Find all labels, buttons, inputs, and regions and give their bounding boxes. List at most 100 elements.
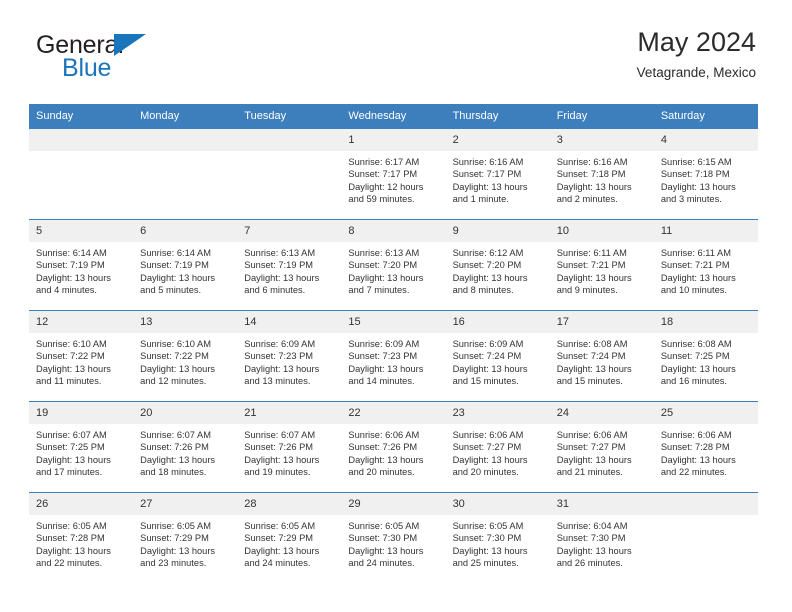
calendar-day-cell[interactable]: 16 Sunrise: 6:09 AM Sunset: 7:24 PM Dayligh…	[445, 310, 550, 402]
calendar-day: 27 Sunrise: 6:05 AM Sunset: 7:29 PM Dayligh…	[133, 493, 238, 583]
calendar-table: Sunday Monday Tuesday Wednesday Thursday…	[29, 104, 758, 583]
calendar-day-cell[interactable]: 7 Sunrise: 6:13 AM Sunset: 7:19 PM Daylight…	[237, 219, 342, 311]
calendar-body: 1 Sunrise: 6:17 AM Sunset: 7:17 PM Daylight…	[29, 129, 758, 583]
calendar-day-cell[interactable]: 9 Sunrise: 6:12 AM Sunset: 7:20 PM Daylight…	[445, 219, 550, 311]
calendar-day-cell[interactable]: 23 Sunrise: 6:06 AM Sunset: 7:27 PM Dayligh…	[445, 401, 550, 493]
calendar-day-cell[interactable]: 17 Sunrise: 6:08 AM Sunset: 7:24 PM Dayligh…	[549, 310, 654, 402]
daylight-text: Daylight: 13 hours and 5 minutes.	[140, 272, 216, 296]
calendar-day-details: Sunrise: 6:09 AM Sunset: 7:23 PM Daylight:…	[237, 333, 341, 388]
calendar-day-details: Sunrise: 6:17 AM Sunset: 7:17 PM Daylight:…	[341, 151, 445, 206]
calendar-day: 26 Sunrise: 6:05 AM Sunset: 7:28 PM Dayligh…	[29, 493, 134, 583]
calendar-day-cell[interactable]: 5 Sunrise: 6:14 AM Sunset: 7:19 PM Daylight…	[29, 219, 134, 311]
calendar-day-cell[interactable]: 8 Sunrise: 6:13 AM Sunset: 7:20 PM Daylight…	[341, 219, 446, 311]
daylight-text: Daylight: 13 hours and 25 minutes.	[452, 545, 528, 569]
daylight-text: Daylight: 13 hours and 22 minutes.	[660, 454, 736, 478]
daylight-text: Daylight: 13 hours and 10 minutes.	[660, 272, 736, 296]
calendar-day-details: Sunrise: 6:05 AM Sunset: 7:30 PM Daylight:…	[446, 515, 550, 570]
calendar-day-cell[interactable]: 21 Sunrise: 6:07 AM Sunset: 7:26 PM Dayligh…	[237, 401, 342, 493]
calendar-day: 30 Sunrise: 6:05 AM Sunset: 7:30 PM Dayligh…	[445, 493, 550, 583]
daylight-text: Daylight: 13 hours and 19 minutes.	[244, 454, 320, 478]
calendar-day-cell	[29, 129, 134, 220]
weekday-header-sunday: Sunday	[29, 104, 134, 129]
calendar-day-cell[interactable]: 29 Sunrise: 6:05 AM Sunset: 7:30 PM Dayligh…	[341, 492, 446, 583]
calendar-day: 4 Sunrise: 6:15 AM Sunset: 7:18 PM Daylight…	[653, 129, 758, 219]
calendar-day-number: 12	[29, 311, 134, 333]
calendar-day-cell[interactable]: 11 Sunrise: 6:11 AM Sunset: 7:21 PM Dayligh…	[653, 219, 758, 311]
calendar-day-number: 6	[133, 220, 238, 242]
calendar-day-number: 13	[133, 311, 238, 333]
calendar-day-cell[interactable]: 30 Sunrise: 6:05 AM Sunset: 7:30 PM Dayligh…	[445, 492, 550, 583]
sunrise-text: Sunrise: 6:05 AM	[140, 521, 211, 531]
weekday-header-tuesday: Tuesday	[237, 104, 342, 129]
calendar-day-details: Sunrise: 6:14 AM Sunset: 7:19 PM Daylight:…	[133, 242, 237, 297]
page-header: General Blue May 2024 Vetagrande, Mexico	[0, 0, 792, 81]
calendar-day-cell[interactable]: 28 Sunrise: 6:05 AM Sunset: 7:29 PM Dayligh…	[237, 492, 342, 583]
calendar-day-number: 1	[341, 129, 446, 151]
calendar-day-cell[interactable]: 2 Sunrise: 6:16 AM Sunset: 7:17 PM Daylight…	[445, 129, 550, 220]
calendar-day-cell[interactable]: 4 Sunrise: 6:15 AM Sunset: 7:18 PM Daylight…	[653, 129, 758, 220]
calendar-day-cell[interactable]: 27 Sunrise: 6:05 AM Sunset: 7:29 PM Dayligh…	[133, 492, 238, 583]
calendar-day: 8 Sunrise: 6:13 AM Sunset: 7:20 PM Daylight…	[341, 220, 446, 310]
calendar-day-cell[interactable]: 26 Sunrise: 6:05 AM Sunset: 7:28 PM Dayligh…	[29, 492, 134, 583]
sunrise-text: Sunrise: 6:14 AM	[140, 248, 211, 258]
calendar-day-number: 9	[445, 220, 550, 242]
sunrise-text: Sunrise: 6:06 AM	[660, 430, 732, 440]
sunrise-text: Sunrise: 6:07 AM	[140, 430, 211, 440]
calendar-day: 20 Sunrise: 6:07 AM Sunset: 7:26 PM Dayligh…	[133, 402, 238, 492]
sunset-text: Sunset: 7:29 PM	[244, 533, 314, 544]
daylight-text: Daylight: 13 hours and 22 minutes.	[36, 545, 111, 569]
calendar-day-cell[interactable]: 10 Sunrise: 6:11 AM Sunset: 7:21 PM Dayligh…	[549, 219, 654, 311]
calendar-day-number	[653, 493, 758, 515]
sunset-text: Sunset: 7:27 PM	[556, 442, 626, 453]
calendar-day: 2 Sunrise: 6:16 AM Sunset: 7:17 PM Daylight…	[445, 129, 550, 219]
sunset-text: Sunset: 7:22 PM	[140, 351, 209, 362]
calendar-day: 22 Sunrise: 6:06 AM Sunset: 7:26 PM Dayligh…	[341, 402, 446, 492]
calendar-day-number: 18	[653, 311, 758, 333]
calendar-day-empty	[653, 493, 758, 583]
sunrise-text: Sunrise: 6:09 AM	[452, 339, 524, 349]
page-title: May 2024	[637, 27, 756, 57]
sunset-text: Sunset: 7:26 PM	[348, 442, 418, 453]
calendar-day-number: 22	[341, 402, 446, 424]
calendar-day-number: 25	[653, 402, 758, 424]
calendar-day-cell[interactable]: 24 Sunrise: 6:06 AM Sunset: 7:27 PM Dayligh…	[549, 401, 654, 493]
calendar-day-cell	[653, 492, 758, 583]
sunrise-text: Sunrise: 6:14 AM	[36, 248, 107, 258]
calendar-day-details: Sunrise: 6:04 AM Sunset: 7:30 PM Daylight:…	[550, 515, 654, 570]
sunset-text: Sunset: 7:18 PM	[556, 169, 626, 180]
calendar-day: 14 Sunrise: 6:09 AM Sunset: 7:23 PM Dayligh…	[237, 311, 342, 401]
calendar-day: 9 Sunrise: 6:12 AM Sunset: 7:20 PM Daylight…	[445, 220, 550, 310]
calendar-day-cell[interactable]: 6 Sunrise: 6:14 AM Sunset: 7:19 PM Daylight…	[133, 219, 238, 311]
calendar-day-cell[interactable]: 18 Sunrise: 6:08 AM Sunset: 7:25 PM Dayligh…	[653, 310, 758, 402]
sunset-text: Sunset: 7:28 PM	[660, 442, 730, 453]
calendar-day-cell[interactable]: 22 Sunrise: 6:06 AM Sunset: 7:26 PM Dayligh…	[341, 401, 446, 493]
calendar-day-cell[interactable]: 19 Sunrise: 6:07 AM Sunset: 7:25 PM Dayligh…	[29, 401, 134, 493]
calendar-day-details: Sunrise: 6:05 AM Sunset: 7:29 PM Daylight:…	[133, 515, 237, 570]
calendar-day-cell[interactable]: 31 Sunrise: 6:04 AM Sunset: 7:30 PM Dayligh…	[549, 492, 654, 583]
calendar-day-cell[interactable]: 1 Sunrise: 6:17 AM Sunset: 7:17 PM Daylight…	[341, 129, 446, 220]
calendar-day-cell[interactable]: 13 Sunrise: 6:10 AM Sunset: 7:22 PM Dayligh…	[133, 310, 238, 402]
calendar-day-number: 20	[133, 402, 238, 424]
calendar-day-cell[interactable]: 25 Sunrise: 6:06 AM Sunset: 7:28 PM Dayligh…	[653, 401, 758, 493]
title-block: May 2024 Vetagrande, Mexico	[637, 26, 756, 82]
calendar-day-details: Sunrise: 6:13 AM Sunset: 7:20 PM Daylight:…	[341, 242, 445, 297]
calendar-day-details: Sunrise: 6:07 AM Sunset: 7:25 PM Daylight:…	[29, 424, 133, 479]
sunset-text: Sunset: 7:23 PM	[244, 351, 314, 362]
weekday-header-thursday: Thursday	[445, 104, 550, 129]
calendar-day-details: Sunrise: 6:06 AM Sunset: 7:27 PM Daylight:…	[446, 424, 550, 479]
calendar-day-cell[interactable]: 12 Sunrise: 6:10 AM Sunset: 7:22 PM Dayligh…	[29, 310, 134, 402]
weekday-header-row: Sunday Monday Tuesday Wednesday Thursday…	[29, 104, 758, 129]
calendar-day-cell[interactable]: 3 Sunrise: 6:16 AM Sunset: 7:18 PM Daylight…	[549, 129, 654, 220]
calendar-day-number: 27	[133, 493, 238, 515]
sunset-text: Sunset: 7:26 PM	[244, 442, 314, 453]
sunset-text: Sunset: 7:30 PM	[452, 533, 522, 544]
calendar-week-row: 19 Sunrise: 6:07 AM Sunset: 7:25 PM Dayligh…	[29, 401, 758, 493]
sunrise-text: Sunrise: 6:05 AM	[36, 521, 107, 531]
calendar-day: 1 Sunrise: 6:17 AM Sunset: 7:17 PM Daylight…	[341, 129, 446, 219]
calendar-day-details: Sunrise: 6:14 AM Sunset: 7:19 PM Daylight:…	[29, 242, 133, 297]
calendar-day-cell[interactable]: 20 Sunrise: 6:07 AM Sunset: 7:26 PM Dayligh…	[133, 401, 238, 493]
calendar-day-cell[interactable]: 15 Sunrise: 6:09 AM Sunset: 7:23 PM Dayligh…	[341, 310, 446, 402]
calendar-day: 19 Sunrise: 6:07 AM Sunset: 7:25 PM Dayligh…	[29, 402, 134, 492]
calendar-page: General Blue May 2024 Vetagrande, Mexico…	[0, 0, 792, 612]
calendar-day-cell[interactable]: 14 Sunrise: 6:09 AM Sunset: 7:23 PM Dayligh…	[237, 310, 342, 402]
